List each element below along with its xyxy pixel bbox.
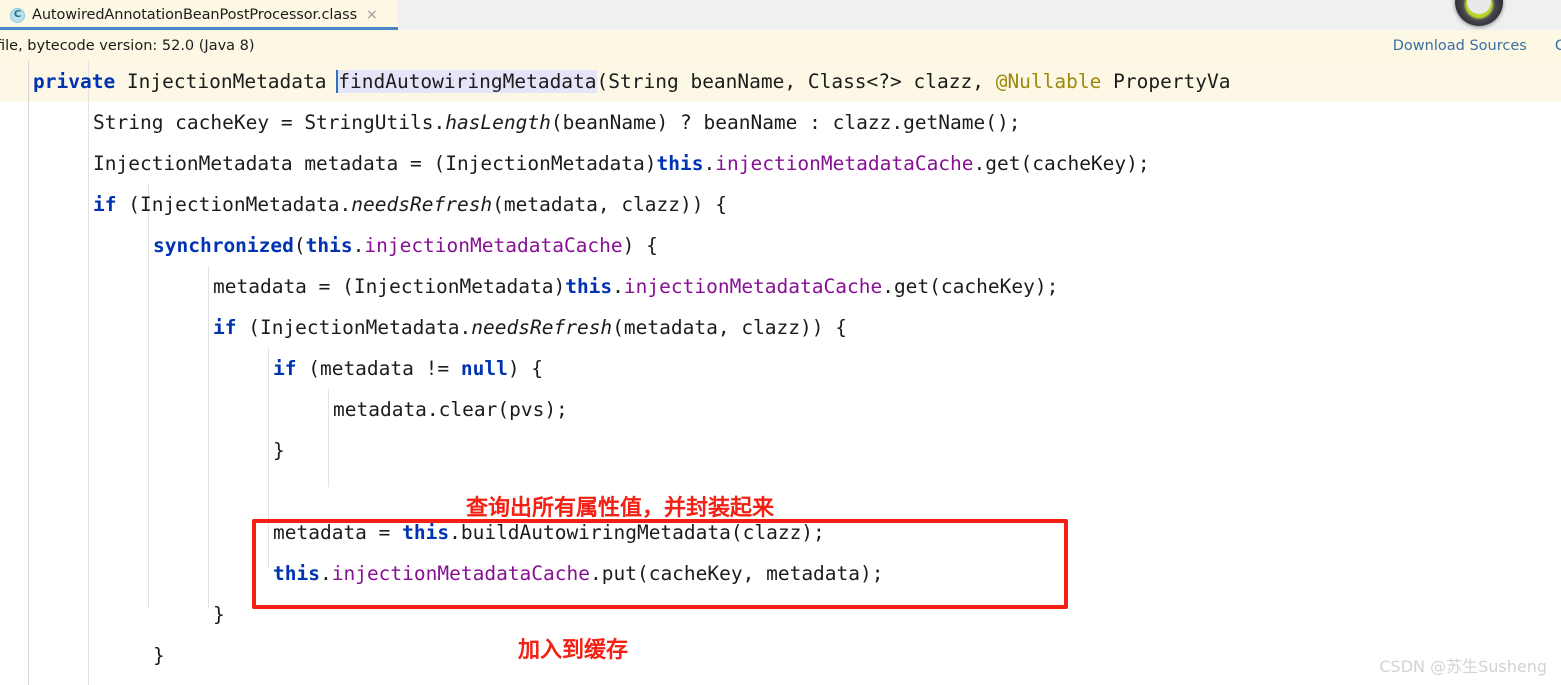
code-token: needsRefresh [471, 316, 613, 339]
code-token: this [402, 521, 450, 544]
code-line: if (InjectionMetadata.needsRefresh(metad… [93, 184, 727, 225]
code-token: this [273, 562, 320, 585]
gutter-divider [28, 61, 29, 685]
code-token: .buildAutowiringMetadata(clazz); [449, 521, 825, 544]
code-token: .get(cacheKey); [882, 275, 1059, 298]
code-token: hasLength [445, 111, 551, 134]
code-token: private [33, 70, 116, 93]
download-sources-link[interactable]: Download Sources [1393, 38, 1527, 54]
code-token: } [213, 603, 225, 626]
code-token: if [213, 316, 237, 339]
indent-guide [88, 61, 89, 685]
code-token: if [93, 193, 117, 216]
code-token: (metadata, clazz)) { [612, 316, 847, 339]
circular-tool-icon[interactable] [1455, 0, 1503, 26]
code-token: (metadata != [296, 357, 461, 380]
code-editor[interactable]: private InjectionMetadata findAutowiring… [0, 61, 1561, 685]
editor-tab-bar: C AutowiredAnnotationBeanPostProcessor.c… [0, 0, 1561, 30]
code-token: needsRefresh [351, 193, 493, 216]
code-line: metadata = (InjectionMetadata)this.injec… [213, 266, 1058, 307]
code-token: @Nullable [995, 70, 1102, 93]
code-token: . [703, 152, 716, 175]
code-line: String cacheKey = StringUtils.hasLength(… [93, 102, 1020, 143]
code-token: PropertyVa [1101, 70, 1231, 93]
code-token: this [656, 152, 704, 175]
code-token: } [273, 439, 285, 462]
indent-guide [148, 184, 149, 609]
code-token: InjectionMetadata metadata = (InjectionM… [93, 152, 657, 175]
code-line: if (metadata != null) { [273, 348, 543, 389]
code-line: } [273, 430, 285, 471]
code-token: (InjectionMetadata. [236, 316, 472, 339]
circular-tool-icon-center [1467, 0, 1491, 14]
code-token: injectionMetadataCache [331, 562, 590, 585]
tab-autowired-annotation-bean-post-processor[interactable]: C AutowiredAnnotationBeanPostProcessor.c… [0, 0, 398, 30]
code-token: this [565, 275, 613, 298]
decompiler-notification-bar: file, bytecode version: 52.0 (Java 8) Do… [0, 30, 1561, 61]
choose-sources-link[interactable]: Cho [1555, 38, 1561, 54]
code-line: this.injectionMetadataCache.put(cacheKey… [273, 553, 884, 594]
notification-actions: Download Sources Cho [1393, 30, 1561, 61]
code-token: injectionMetadataCache [623, 275, 883, 298]
code-token: ) { [507, 357, 544, 380]
code-token: String cacheKey = StringUtils. [93, 111, 446, 134]
ide-window: C AutowiredAnnotationBeanPostProcessor.c… [0, 0, 1561, 685]
code-token: (String beanName, Class<?> clazz, [596, 70, 996, 93]
csdn-watermark: CSDN @苏生Susheng [1379, 657, 1547, 676]
code-token: this [305, 234, 353, 257]
code-token: synchronized [153, 234, 294, 257]
indent-guide [268, 348, 269, 568]
code-token: } [153, 644, 165, 667]
code-token: if [273, 357, 297, 380]
code-line: private InjectionMetadata findAutowiring… [33, 61, 1231, 102]
annotation-note-bottom: 加入到缓存 [518, 638, 629, 663]
annotation-note-top: 查询出所有属性值，并封装起来 [466, 496, 775, 521]
code-token: . [319, 562, 332, 585]
code-line: } [153, 635, 165, 676]
code-token: injectionMetadataCache [364, 234, 623, 257]
code-line: metadata.clear(pvs); [333, 389, 568, 430]
code-token: injectionMetadataCache [715, 152, 974, 175]
code-line: if (InjectionMetadata.needsRefresh(metad… [213, 307, 847, 348]
notification-message: file, bytecode version: 52.0 (Java 8) [0, 37, 255, 54]
code-token: metadata = (InjectionMetadata) [213, 275, 566, 298]
code-token: ( [293, 234, 306, 257]
code-token: findAutowiringMetadata [338, 70, 597, 93]
code-line: InjectionMetadata metadata = (InjectionM… [93, 143, 1150, 184]
code-line: synchronized(this.injectionMetadataCache… [153, 225, 658, 266]
code-token: (beanName) ? beanName : clazz.getName(); [550, 111, 1021, 134]
code-token: . [612, 275, 624, 298]
close-icon[interactable]: × [366, 8, 378, 22]
code-token: metadata.clear(pvs); [333, 398, 568, 421]
code-token: .get(cacheKey); [973, 152, 1150, 175]
code-line: } [213, 594, 225, 635]
indent-guide [328, 389, 329, 487]
code-token: ) { [622, 234, 658, 257]
class-file-icon: C [10, 7, 25, 23]
code-token: null [460, 357, 508, 380]
code-token: . [352, 234, 365, 257]
tab-label: AutowiredAnnotationBeanPostProcessor.cla… [32, 7, 358, 23]
code-token: .put(cacheKey, metadata); [590, 562, 884, 585]
indent-guide [208, 266, 209, 609]
code-token: metadata = [273, 521, 403, 544]
code-token: (InjectionMetadata. [116, 193, 352, 216]
code-token: InjectionMetadata [115, 70, 339, 93]
code-token: (metadata, clazz)) { [492, 193, 727, 216]
